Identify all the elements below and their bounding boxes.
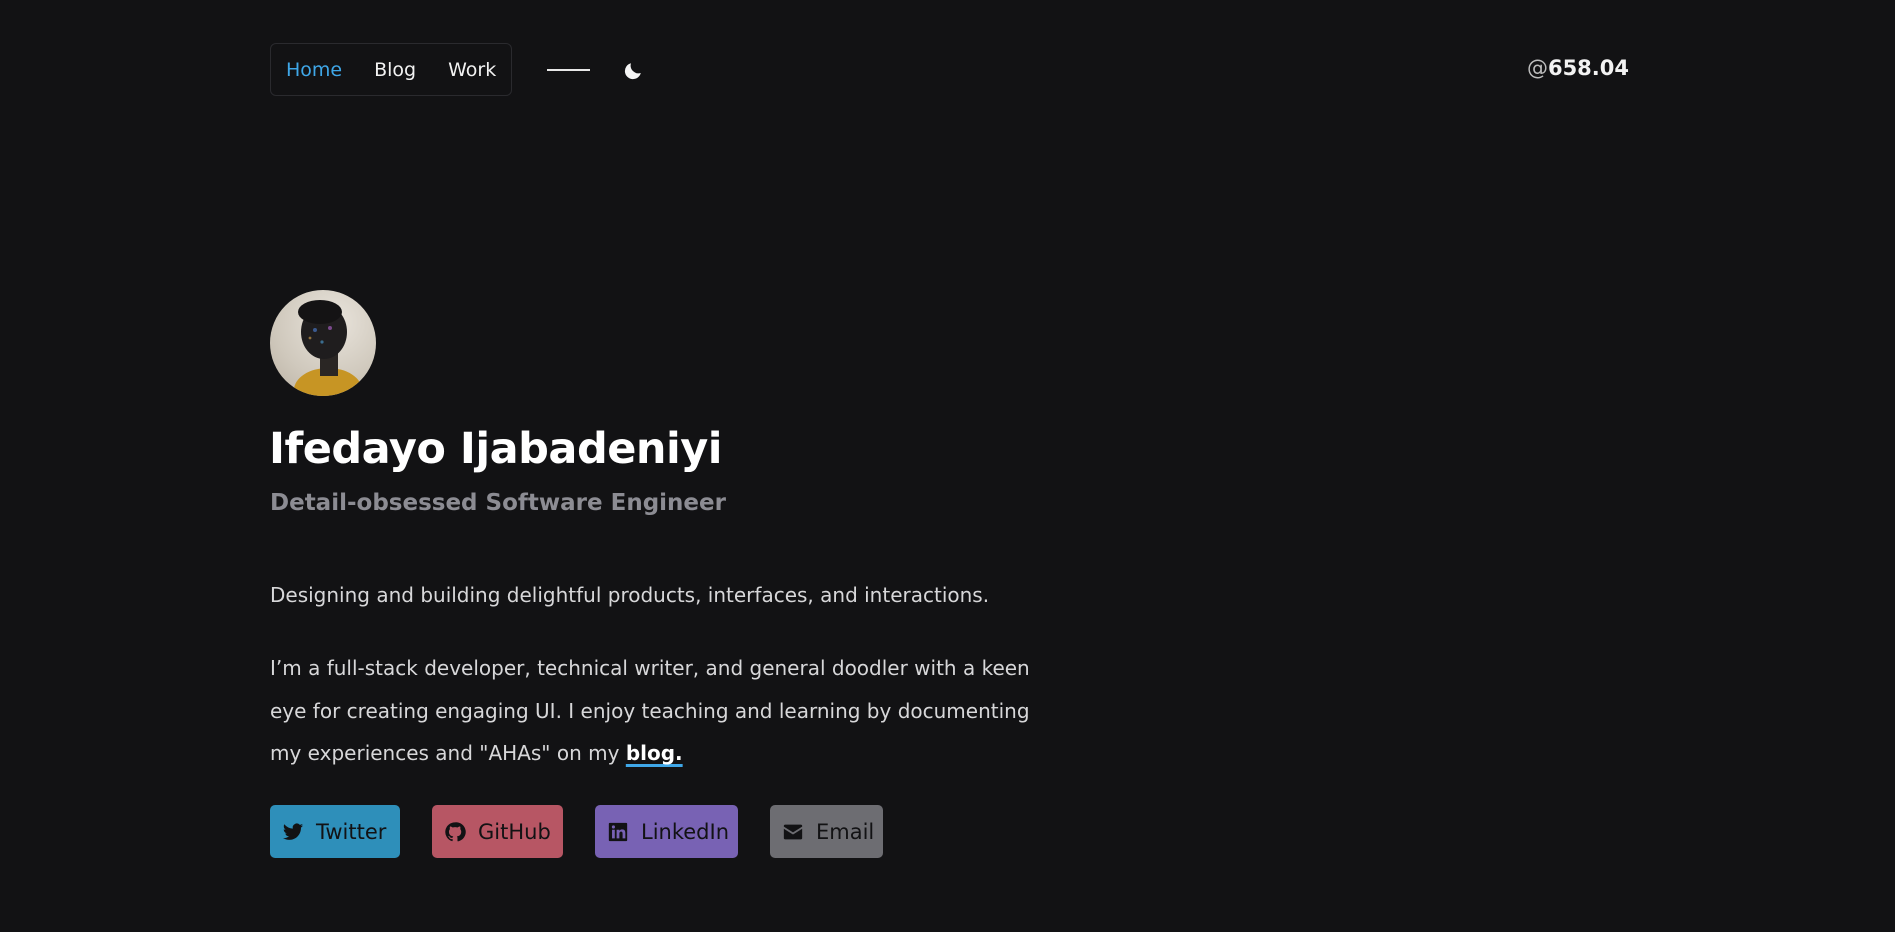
- main-nav: Home Blog Work: [270, 43, 513, 96]
- nav-work-link[interactable]: Work: [448, 59, 496, 81]
- nav-blog-link[interactable]: Blog: [374, 59, 416, 81]
- email-button[interactable]: Email: [770, 805, 883, 858]
- linkedin-button[interactable]: LinkedIn: [595, 805, 738, 858]
- avatar: [270, 290, 376, 396]
- tagline: Designing and building delightful produc…: [270, 583, 990, 607]
- bio-paragraph: I’m a full-stack developer, technical wr…: [270, 647, 1050, 775]
- theme-toggle-button[interactable]: [620, 58, 646, 84]
- twitter-icon: [282, 822, 304, 840]
- linkedin-label: LinkedIn: [641, 819, 730, 844]
- nav-divider: [547, 69, 590, 71]
- subtitle: Detail-obsessed Software Engineer: [270, 490, 726, 516]
- blog-link[interactable]: blog.: [626, 741, 683, 765]
- github-label: GitHub: [478, 819, 551, 844]
- social-links: Twitter GitHub LinkedIn Email: [270, 805, 883, 858]
- nav-home-link[interactable]: Home: [286, 59, 342, 81]
- handle-value: 658.04: [1547, 56, 1629, 80]
- visitor-counter: @658.04: [1527, 56, 1629, 80]
- twitter-label: Twitter: [316, 819, 387, 844]
- linkedin-icon: [608, 822, 628, 841]
- email-label: Email: [816, 819, 875, 844]
- page-title: Ifedayo Ijabadeniyi: [269, 424, 723, 474]
- github-button[interactable]: GitHub: [432, 805, 563, 858]
- handle-prefix: @: [1526, 56, 1548, 80]
- moon-icon: [624, 63, 641, 80]
- github-icon: [445, 821, 466, 841]
- twitter-button[interactable]: Twitter: [270, 805, 400, 858]
- mail-icon: [783, 824, 803, 839]
- avatar-portrait: [294, 300, 362, 396]
- page: Home Blog Work @658.04 Ifedayo Ijabadeni…: [0, 0, 1895, 932]
